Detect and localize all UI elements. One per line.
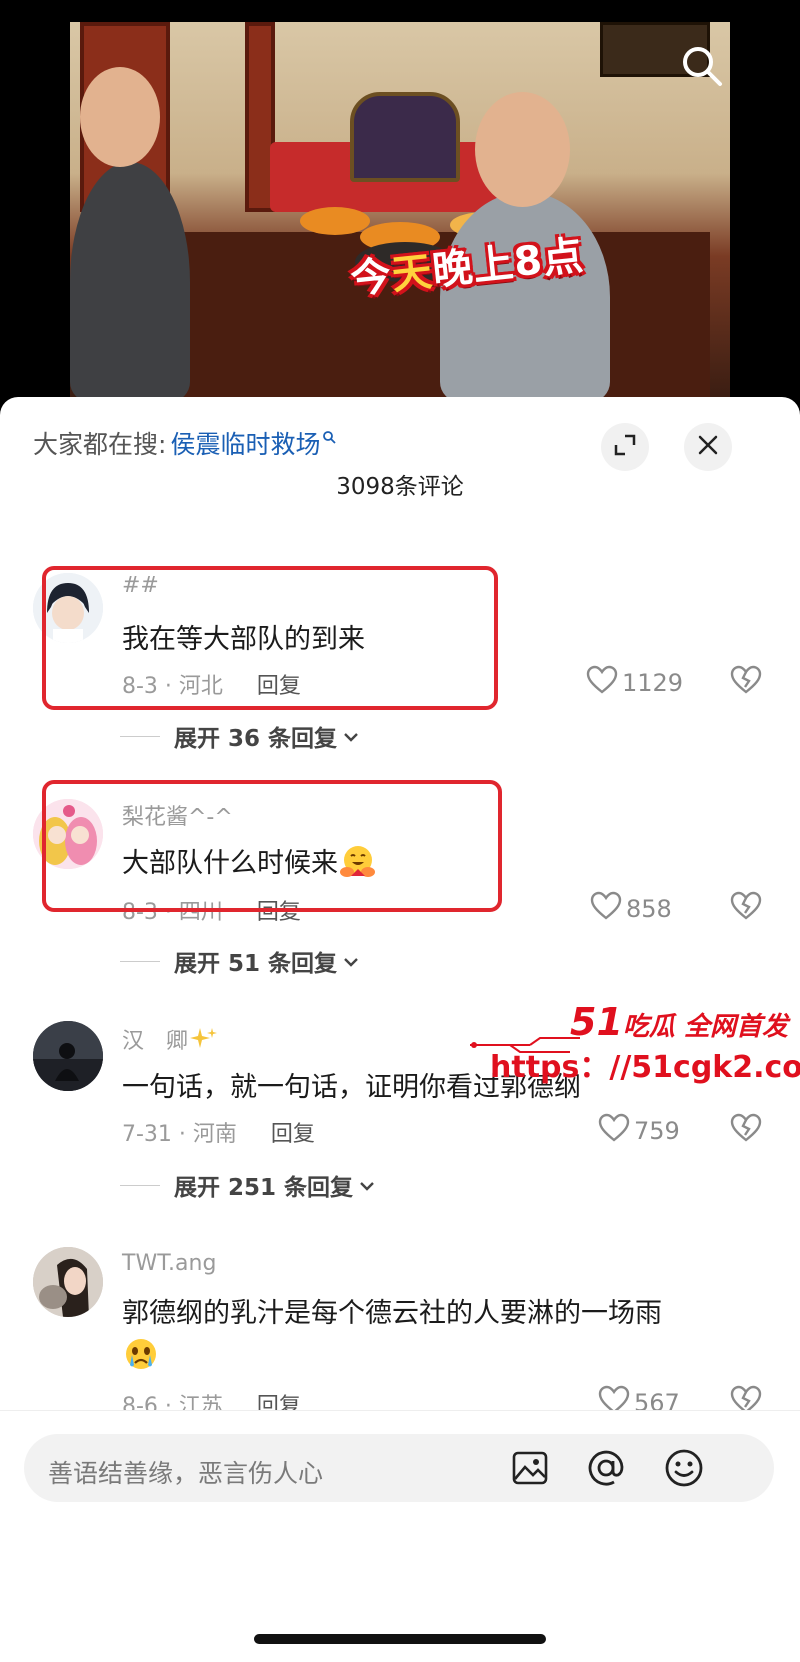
red-highlight-box xyxy=(42,566,498,710)
like-count: 1129 xyxy=(622,669,684,697)
chevron-down-icon xyxy=(343,948,359,974)
comment-input-placeholder: 善语结善缘，恶言伤人心 xyxy=(48,1459,324,1488)
expand-icon xyxy=(613,433,637,461)
expand-replies-label: 展开 251 条回复 xyxy=(174,1175,354,1201)
chevron-down-icon xyxy=(359,1172,375,1198)
chevron-down-icon xyxy=(343,723,359,749)
video-frame[interactable] xyxy=(70,22,730,400)
expand-replies[interactable]: 展开 36 条回复 xyxy=(120,719,359,753)
comment-input[interactable]: 善语结善缘，恶言伤人心 xyxy=(24,1434,774,1502)
hot-search-label: 大家都在搜: xyxy=(33,430,167,459)
watermark-brand: 51吃瓜 全网首发 xyxy=(570,1000,788,1044)
heart-icon xyxy=(598,1113,634,1149)
person-right xyxy=(440,192,610,400)
like-button[interactable]: 858 xyxy=(590,891,672,927)
heart-icon xyxy=(586,665,622,701)
avatar[interactable] xyxy=(33,1247,103,1317)
image-icon[interactable] xyxy=(508,1446,552,1490)
like-button[interactable]: 759 xyxy=(598,1113,680,1149)
comment-text: 郭德纲的乳汁是每个德云社的人要淋的一场雨 xyxy=(122,1298,662,1329)
expand-replies-label: 展开 51 条回复 xyxy=(174,951,338,977)
expand-replies-label: 展开 36 条回复 xyxy=(174,726,338,752)
broken-heart-icon xyxy=(730,891,762,925)
search-icon[interactable] xyxy=(680,44,724,88)
dislike-button[interactable] xyxy=(730,891,762,925)
crying-face-emoji xyxy=(122,1335,160,1380)
broken-heart-icon xyxy=(730,1113,762,1147)
home-indicator[interactable] xyxy=(254,1634,546,1644)
watermark-url: https：//51cgk2.com xyxy=(490,1050,800,1085)
video-player[interactable]: 今天晚上8点 xyxy=(0,0,800,420)
divider xyxy=(120,960,160,962)
avatar[interactable] xyxy=(33,1021,103,1091)
divider xyxy=(120,1184,160,1186)
at-icon[interactable] xyxy=(584,1446,628,1490)
broken-heart-icon xyxy=(730,665,762,699)
expand-button[interactable] xyxy=(601,423,649,471)
reply-button[interactable]: 回复 xyxy=(271,1122,315,1147)
hot-search-term[interactable]: 侯震临时救场 xyxy=(170,425,320,461)
comment-date-location: 7-31 · 河南 xyxy=(122,1122,237,1147)
sparkles-emoji xyxy=(188,1026,218,1058)
decor xyxy=(300,207,370,235)
comment-count: 3098条评论 xyxy=(336,474,464,500)
hot-search[interactable]: 大家都在搜: 侯震临时救场 xyxy=(33,425,337,461)
person-right-head xyxy=(475,92,570,207)
close-button[interactable] xyxy=(684,423,732,471)
divider xyxy=(120,735,160,737)
search-icon xyxy=(322,429,337,448)
comment-username[interactable]: 汉 卿 xyxy=(122,1023,218,1058)
comment-username[interactable]: TWT.ang xyxy=(122,1251,216,1276)
comment-meta: 7-31 · 河南 回复 xyxy=(122,1116,315,1148)
person-left xyxy=(70,162,190,400)
dislike-button[interactable] xyxy=(730,665,762,699)
expand-replies[interactable]: 展开 251 条回复 xyxy=(120,1168,375,1202)
like-count: 759 xyxy=(634,1117,680,1145)
emoji-icon[interactable] xyxy=(662,1446,706,1490)
expand-replies[interactable]: 展开 51 条回复 xyxy=(120,944,359,978)
dislike-button[interactable] xyxy=(730,1113,762,1147)
heart-icon xyxy=(590,891,626,927)
watermark: 51吃瓜 全网首发 https：//51cgk2.com xyxy=(470,1000,800,1100)
red-highlight-box xyxy=(42,780,502,912)
comment-input-bar: 善语结善缘，恶言伤人心 xyxy=(0,1410,800,1560)
person-left-head xyxy=(80,67,160,167)
like-count: 858 xyxy=(626,895,672,923)
like-button[interactable]: 1129 xyxy=(586,665,683,701)
close-icon xyxy=(697,434,719,460)
decor xyxy=(350,92,460,182)
